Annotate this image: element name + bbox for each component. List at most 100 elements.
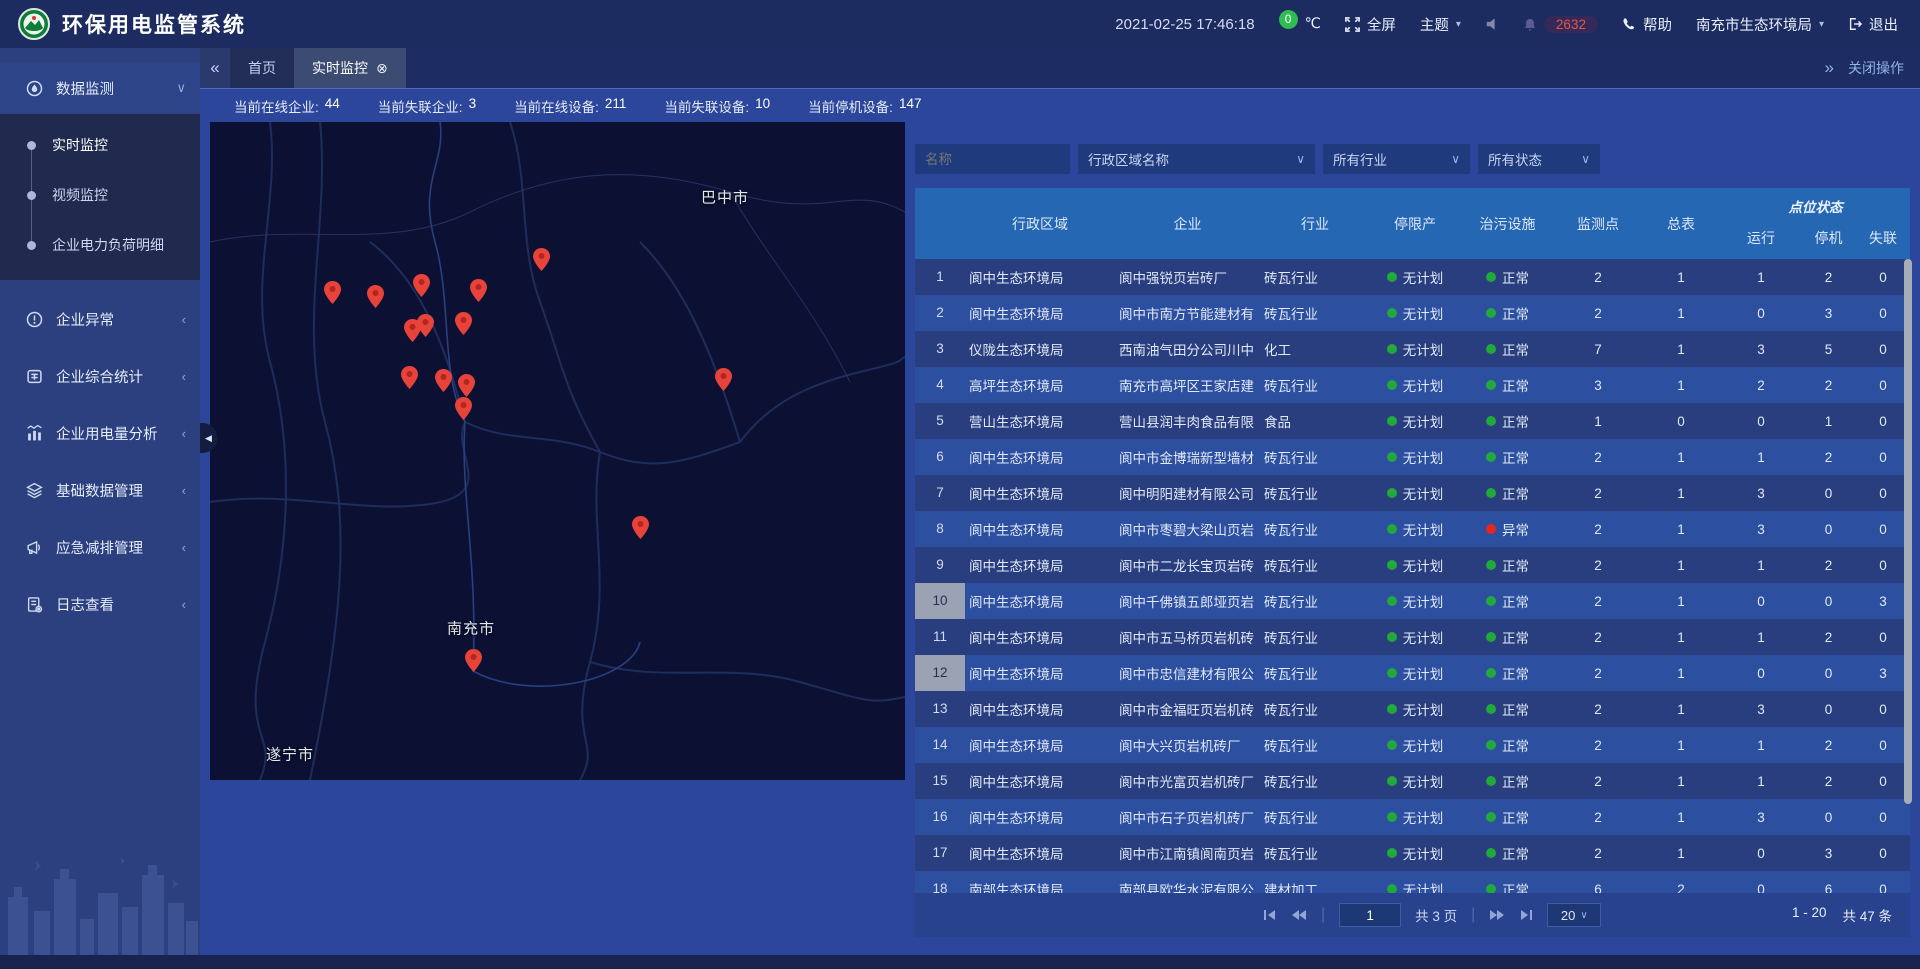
tabs-scroll-left-button[interactable]: «	[200, 48, 230, 88]
row-region: 阆中生态环境局	[965, 663, 1115, 683]
stop-limit-status-dot	[1387, 740, 1397, 750]
sidebar-item-log-view[interactable]: 日志查看 ‹	[0, 578, 200, 630]
row-stop-limit: 无计划	[1370, 447, 1460, 467]
page-number-input[interactable]	[1339, 903, 1401, 927]
sidebar-subitem-realtime-monitoring[interactable]: 实时监控	[0, 120, 200, 170]
map-pin[interactable]	[715, 368, 732, 391]
table-row[interactable]: 6 阆中生态环境局 阆中市金博瑞新型墙材 砖瓦行业 无计划 正常 2 1 1 2…	[915, 439, 1910, 475]
column-group-point-status: 点位状态	[1721, 196, 1910, 216]
row-enterprise: 阆中市金福旺页岩机砖	[1115, 699, 1260, 719]
page-size-select[interactable]: 20 ∨	[1547, 903, 1601, 927]
row-seq: 14	[915, 727, 965, 763]
industry-select[interactable]: 所有行业 ∨	[1323, 144, 1470, 174]
fullscreen-button[interactable]: 全屏	[1345, 14, 1396, 35]
table-row[interactable]: 1 阆中生态环境局 阆中强锐页岩砖厂 砖瓦行业 无计划 正常 2 1 1 2 0	[915, 259, 1910, 295]
map-pin[interactable]	[401, 366, 418, 389]
map-pin[interactable]	[413, 274, 430, 297]
theme-dropdown[interactable]: 主题 ▾	[1420, 14, 1461, 35]
last-page-icon[interactable]	[1519, 909, 1533, 921]
table-row[interactable]: 16 阆中生态环境局 阆中市石子页岩机砖厂 砖瓦行业 无计划 正常 2 1 3 …	[915, 799, 1910, 835]
data-monitoring-icon	[26, 80, 43, 97]
map-pin[interactable]	[324, 281, 341, 304]
sidebar-item-enterprise-abnormal[interactable]: 企业异常 ‹	[0, 293, 200, 345]
table-row[interactable]: 5 营山生态环境局 营山县润丰肉食品有限 食品 无计划 正常 1 0 0 1 0	[915, 403, 1910, 439]
table-row[interactable]: 9 阆中生态环境局 阆中市二龙长宝页岩砖 砖瓦行业 无计划 正常 2 1 1 2…	[915, 547, 1910, 583]
mute-speaker-button[interactable]	[1485, 17, 1499, 31]
notification-area[interactable]: 2632	[1523, 16, 1598, 33]
row-running: 3	[1721, 702, 1801, 717]
row-industry: 砖瓦行业	[1260, 519, 1370, 539]
table-row[interactable]: 3 仪陇生态环境局 西南油气田分公司川中 化工 无计划 正常 7 1 3 5 0	[915, 331, 1910, 367]
row-disconnected: 0	[1856, 378, 1910, 393]
tab-realtime-monitoring[interactable]: 实时监控 ⊗	[294, 48, 406, 88]
table-row[interactable]: 12 阆中生态环境局 阆中市忠信建材有限公 砖瓦行业 无计划 正常 2 1 0 …	[915, 655, 1910, 691]
row-industry: 食品	[1260, 411, 1370, 431]
facility-dot	[1486, 704, 1496, 714]
next-page-icon[interactable]	[1489, 909, 1505, 921]
total-pages-label: 共 3 页	[1415, 905, 1457, 925]
sidebar-item-data-monitoring[interactable]: 数据监测 ∨	[0, 62, 200, 114]
map-pin[interactable]	[417, 314, 434, 337]
row-seq: 2	[915, 295, 965, 331]
org-user-dropdown[interactable]: 南充市生态环境局 ▾	[1696, 14, 1824, 35]
name-search-input[interactable]	[915, 144, 1070, 174]
table-body: 1 阆中生态环境局 阆中强锐页岩砖厂 砖瓦行业 无计划 正常 2 1 1 2 0…	[915, 259, 1910, 899]
region-select[interactable]: 行政区域名称 ∨	[1078, 144, 1315, 174]
sidebar-subitem-video-monitoring[interactable]: 视频监控	[0, 170, 200, 220]
status-select[interactable]: 所有状态 ∨	[1478, 144, 1600, 174]
row-disconnected: 0	[1856, 738, 1910, 753]
map-pin[interactable]	[632, 516, 649, 539]
row-region: 阆中生态环境局	[965, 267, 1115, 287]
table-row[interactable]: 13 阆中生态环境局 阆中市金福旺页岩机砖 砖瓦行业 无计划 正常 2 1 3 …	[915, 691, 1910, 727]
table-row[interactable]: 4 高坪生态环境局 南充市高坪区王家店建 砖瓦行业 无计划 正常 3 1 2 2…	[915, 367, 1910, 403]
sidebar-item-enterprise-statistics[interactable]: 企业综合统计 ‹	[0, 350, 200, 402]
map-pin[interactable]	[435, 369, 452, 392]
table-row[interactable]: 7 阆中生态环境局 阆中明阳建材有限公司 砖瓦行业 无计划 正常 2 1 3 0…	[915, 475, 1910, 511]
sidebar-item-base-data[interactable]: 基础数据管理 ‹	[0, 464, 200, 516]
tab-close-icon[interactable]: ⊗	[376, 60, 388, 77]
column-header-stopped: 停机	[1801, 228, 1856, 248]
map-pin[interactable]	[458, 374, 475, 397]
table-row[interactable]: 10 阆中生态环境局 阆中千佛镇五郎垭页岩 砖瓦行业 无计划 正常 2 1 0 …	[915, 583, 1910, 619]
previous-page-icon[interactable]	[1291, 909, 1307, 921]
map-pin[interactable]	[470, 279, 487, 302]
row-running: 1	[1721, 738, 1801, 753]
row-region: 营山生态环境局	[965, 411, 1115, 431]
map-pin[interactable]	[533, 248, 550, 271]
help-button[interactable]: 帮助	[1622, 14, 1672, 35]
sidebar-subitem-power-load-detail[interactable]: 企业电力负荷明细	[0, 220, 200, 270]
table-row[interactable]: 2 阆中生态环境局 阆中市南方节能建材有 砖瓦行业 无计划 正常 2 1 0 3…	[915, 295, 1910, 331]
row-disconnected: 0	[1856, 270, 1910, 285]
table-row[interactable]: 11 阆中生态环境局 阆中市五马桥页岩机砖 砖瓦行业 无计划 正常 2 1 1 …	[915, 619, 1910, 655]
map-pin[interactable]	[367, 285, 384, 308]
row-stopped: 0	[1801, 702, 1856, 717]
page-footer-strip	[0, 955, 1920, 969]
close-operations-button[interactable]: 关闭操作	[1848, 58, 1904, 78]
chevron-collapsed-icon: ‹	[182, 426, 186, 441]
tab-home[interactable]: 首页	[230, 48, 294, 88]
sidebar-submenu: 实时监控 视频监控 企业电力负荷明细	[0, 114, 200, 280]
sidebar-item-emergency-reduction[interactable]: 应急减排管理 ‹	[0, 521, 200, 573]
row-pollution-facility: 正常	[1460, 843, 1555, 863]
table-row[interactable]: 14 阆中生态环境局 阆中大兴页岩机砖厂 砖瓦行业 无计划 正常 2 1 1 2…	[915, 727, 1910, 763]
stat-online-enterprises: 当前在线企业:44	[234, 96, 340, 116]
sidebar-item-power-analysis[interactable]: 企业用电量分析 ‹	[0, 407, 200, 459]
row-stopped: 2	[1801, 630, 1856, 645]
first-page-icon[interactable]	[1263, 909, 1277, 921]
city-skyline-decoration	[0, 849, 200, 959]
row-running: 0	[1721, 594, 1801, 609]
tabs-scroll-right-icon[interactable]: »	[1825, 58, 1834, 78]
map-pin[interactable]	[455, 312, 472, 335]
logout-button[interactable]: 退出	[1848, 14, 1898, 35]
map-pin[interactable]	[455, 397, 472, 420]
table-row[interactable]: 15 阆中生态环境局 阆中市光富页岩机砖厂 砖瓦行业 无计划 正常 2 1 1 …	[915, 763, 1910, 799]
table-row[interactable]: 17 阆中生态环境局 阆中市江南镇阆南页岩 砖瓦行业 无计划 正常 2 1 0 …	[915, 835, 1910, 871]
row-monitor-points: 2	[1555, 450, 1641, 465]
datetime-display: 2021-02-25 17:46:18	[1115, 16, 1254, 33]
table-row[interactable]: 8 阆中生态环境局 阆中市枣碧大梁山页岩 砖瓦行业 无计划 异常 2 1 3 0…	[915, 511, 1910, 547]
map-panel[interactable]: 巴中市 南充市 遂宁市	[210, 122, 905, 780]
row-stopped: 2	[1801, 270, 1856, 285]
table-scrollbar-thumb[interactable]	[1904, 259, 1912, 804]
map-pin[interactable]	[465, 649, 482, 672]
notification-count-badge: 2632	[1544, 16, 1598, 33]
